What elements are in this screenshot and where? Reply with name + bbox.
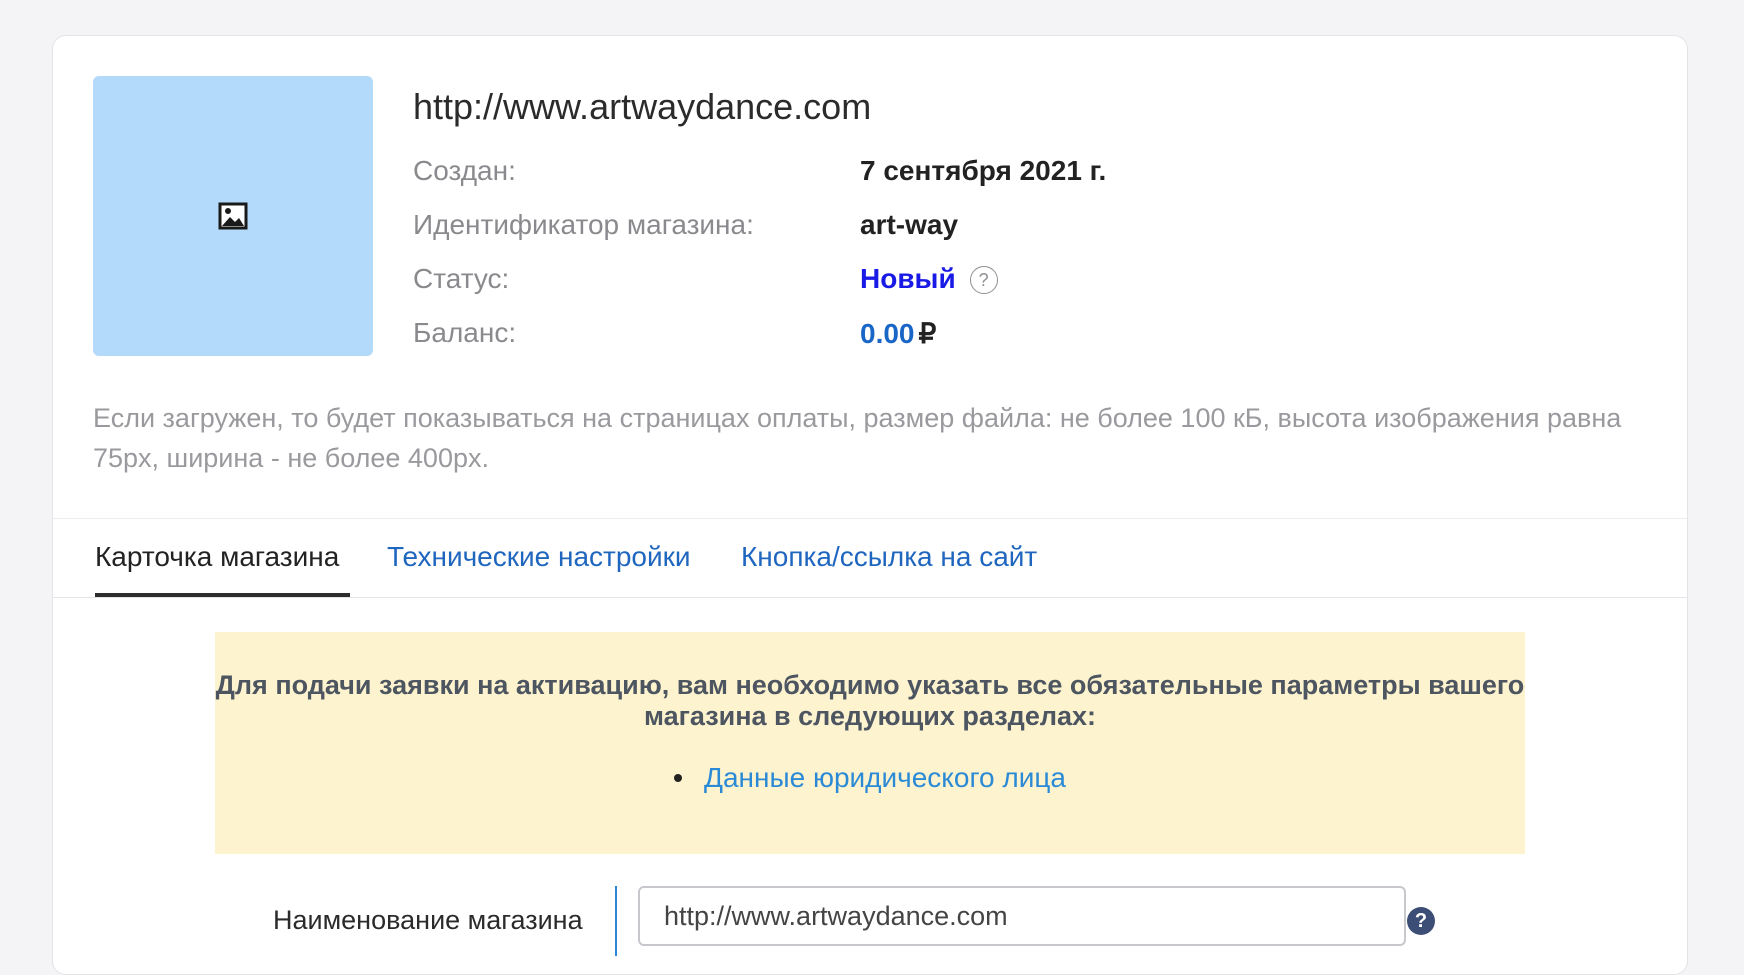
shop-card: http://www.artwaydance.com Создан: 7 сен… xyxy=(52,35,1688,975)
created-label: Создан: xyxy=(413,155,516,186)
shop-id-value: art-way xyxy=(860,209,959,240)
logo-upload-hint: Если загружен, то будет показываться на … xyxy=(93,403,1622,473)
balance-label: Баланс: xyxy=(413,317,517,348)
tabs-bar: Карточка магазина Технические настройки … xyxy=(53,518,1687,598)
legal-entity-data-link[interactable]: Данные юридического лица xyxy=(704,762,1066,793)
image-placeholder-icon xyxy=(218,202,248,230)
tab-shop-card[interactable]: Карточка магазина xyxy=(95,541,339,573)
created-value: 7 сентября 2021 г. xyxy=(860,155,1107,186)
shop-logo-upload[interactable] xyxy=(93,76,373,356)
status-value-group: Новый? xyxy=(860,263,998,295)
status-label: Статус: xyxy=(413,263,510,294)
bullet-dot xyxy=(674,774,683,782)
status-value: Новый xyxy=(860,263,956,294)
shop-url-title: http://www.artwaydance.com xyxy=(413,86,872,127)
currency-sign: ₽ xyxy=(918,318,937,349)
activation-alert: Для подачи заявки на активацию, вам необ… xyxy=(215,632,1525,854)
alert-message: Для подачи заявки на активацию, вам необ… xyxy=(215,670,1525,731)
tab-button-link[interactable]: Кнопка/ссылка на сайт xyxy=(741,541,1037,573)
balance-amount: 0.00 xyxy=(860,318,915,349)
balance-value-group: 0.00 ₽ xyxy=(860,317,936,350)
shop-name-input[interactable] xyxy=(638,886,1406,946)
shop-name-help-icon[interactable]: ? xyxy=(1407,907,1435,935)
shop-name-label: Наименование магазина xyxy=(273,905,583,935)
tab-technical-settings[interactable]: Технические настройки xyxy=(387,541,691,573)
alert-list: Данные юридического лица xyxy=(215,762,1525,794)
field-divider xyxy=(615,886,617,956)
active-tab-indicator xyxy=(95,593,350,597)
shop-id-label: Идентификатор магазина: xyxy=(413,209,754,240)
status-help-icon[interactable]: ? xyxy=(969,266,998,294)
